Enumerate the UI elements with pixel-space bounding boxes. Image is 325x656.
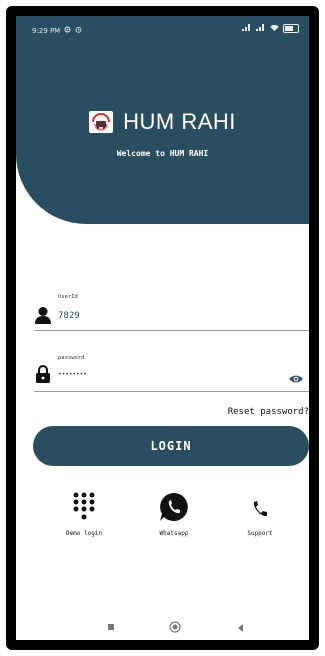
welcome-text: Welcome to HUM RAHI: [116, 149, 209, 158]
settings-icon: [64, 26, 71, 35]
password-value[interactable]: ••••••••: [58, 371, 87, 378]
battery-icon: [283, 24, 299, 33]
home-icon[interactable]: [169, 618, 181, 637]
wifi-icon: [270, 24, 279, 33]
support-label: Support: [247, 530, 273, 537]
dialpad-icon: [73, 492, 95, 526]
login-button[interactable]: LOGIN: [33, 426, 309, 466]
signal-2-icon: [256, 24, 266, 33]
userid-value[interactable]: 7829: [58, 311, 80, 321]
back-icon[interactable]: [236, 618, 246, 637]
password-field[interactable]: password ••••••••: [34, 351, 309, 397]
password-underline: [34, 391, 309, 392]
support-action[interactable]: Support: [230, 492, 290, 537]
whatsapp-label: Whatsapp: [159, 530, 189, 537]
alarm-icon: [75, 26, 82, 35]
phone-frame: 9:29 PM HUM RAHI Welcome to HUM RAHI Use…: [6, 6, 319, 650]
userid-underline: [34, 330, 309, 331]
password-label: password: [58, 355, 85, 361]
signal-icon: [242, 24, 252, 33]
user-icon: [34, 306, 52, 328]
system-nav-bar: [16, 612, 309, 640]
demo-login-label: Demo login: [65, 530, 103, 537]
eye-icon[interactable]: [289, 369, 303, 388]
brand-title: HUM RAHI: [123, 109, 236, 134]
userid-field[interactable]: UserId 7829: [34, 292, 309, 338]
brand-logo: [89, 111, 114, 133]
whatsapp-icon: [159, 493, 189, 526]
userid-label: UserId: [58, 294, 78, 300]
recent-apps-icon[interactable]: [107, 618, 117, 637]
header-banner: 9:29 PM HUM RAHI Welcome to HUM RAHI: [16, 16, 309, 224]
phone-icon: [251, 501, 269, 526]
status-bar: 9:29 PM: [16, 16, 309, 44]
reset-password-link[interactable]: Reset password?: [228, 407, 309, 417]
lock-icon: [36, 365, 50, 387]
status-time: 9:29 PM: [32, 26, 61, 35]
screen: 9:29 PM HUM RAHI Welcome to HUM RAHI Use…: [16, 16, 309, 640]
whatsapp-action[interactable]: Whatsapp: [144, 492, 204, 537]
demo-login-action[interactable]: Demo login: [54, 492, 114, 537]
